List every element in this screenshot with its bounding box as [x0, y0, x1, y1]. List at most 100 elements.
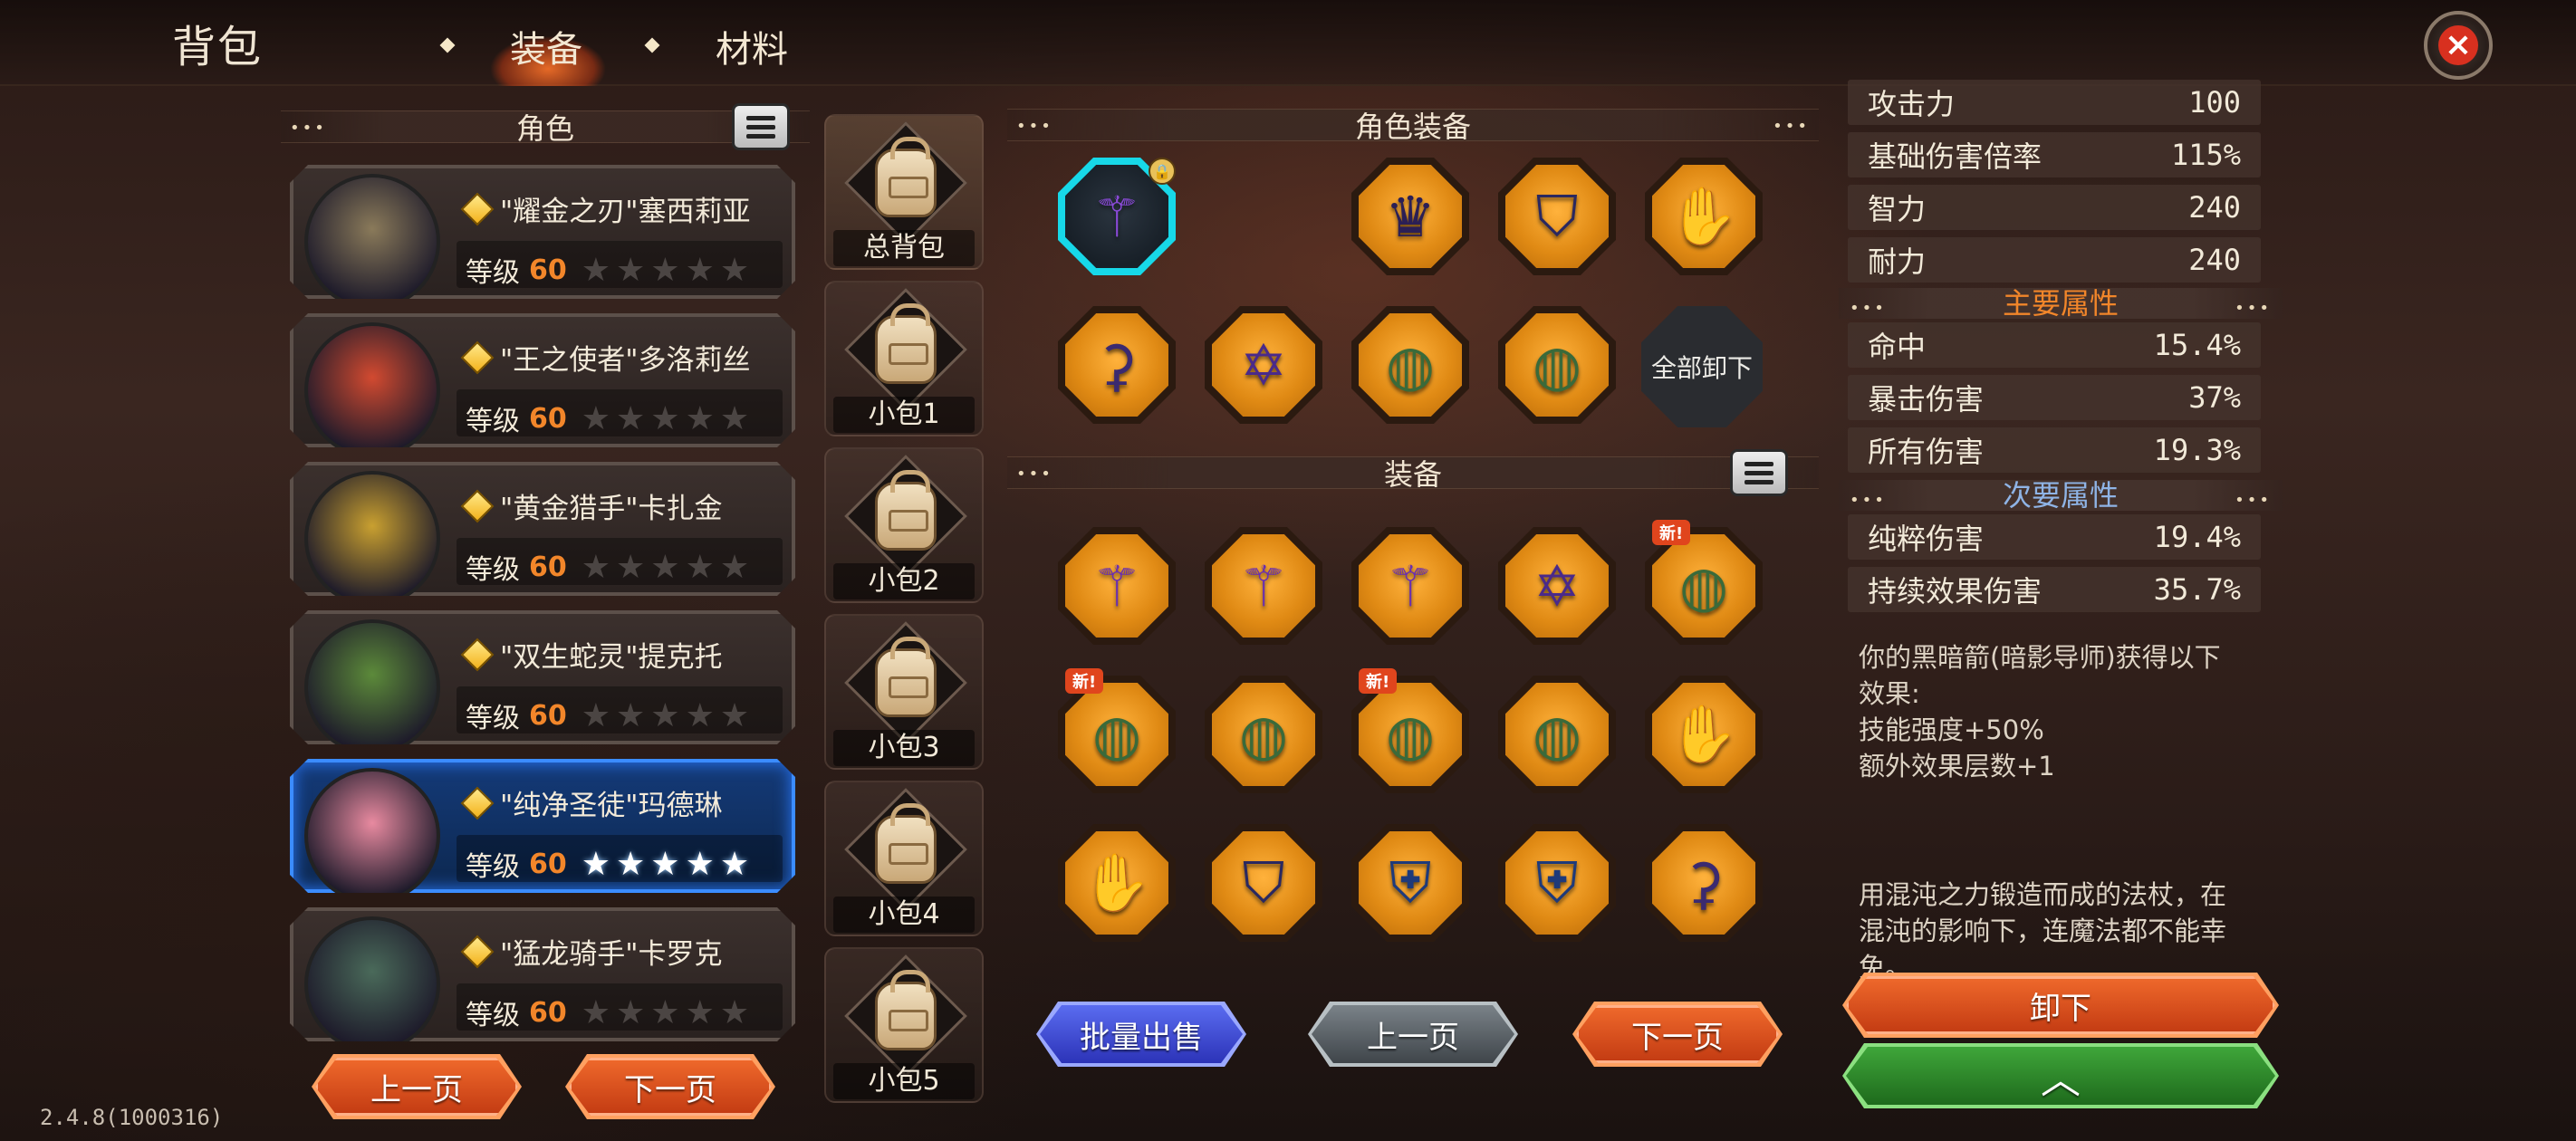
stat-row: 纯粹伤害 19.4%: [1848, 514, 2261, 560]
boots-icon: ⚳: [1683, 849, 1725, 916]
bag-slot[interactable]: 总背包: [824, 114, 984, 270]
stat-value: 240: [2188, 190, 2241, 225]
item-slot[interactable]: ⛉: [1205, 824, 1322, 942]
tab-equipment[interactable]: 装备: [510, 20, 582, 72]
backpack-icon: [875, 970, 937, 1050]
stat-label: 所有伤害: [1868, 435, 1985, 469]
sort-list-icon[interactable]: [1730, 449, 1788, 496]
stat-row: 命中 15.4%: [1848, 322, 2261, 368]
character-name: "双生蛇灵"提克托: [500, 641, 723, 674]
item-slot[interactable]: ⚚: [1205, 527, 1322, 645]
item-slot[interactable]: ⛨: [1351, 824, 1469, 942]
armor-icon: ⛨: [1535, 849, 1579, 916]
item-slot[interactable]: ◍: [1498, 306, 1616, 424]
character-name: "王之使者"多洛莉丝: [500, 344, 751, 377]
unequip-button[interactable]: 卸下: [1846, 976, 2275, 1034]
stat-row: 暴击伤害 37%: [1848, 375, 2261, 420]
item-slot[interactable]: ✋: [1645, 158, 1763, 275]
bag-slot[interactable]: 小包4: [824, 781, 984, 936]
character-equipment-title: 角色装备: [1354, 110, 1471, 144]
character-card[interactable]: "纯净圣徒"玛德琳 等级 60 ★★★★★: [290, 759, 795, 893]
lock-icon: 🔒: [1149, 158, 1176, 185]
sort-list-icon[interactable]: [732, 103, 790, 150]
bag-slot[interactable]: 小包1: [824, 281, 984, 436]
item-slot[interactable]: ◍ 新!: [1058, 668, 1176, 793]
unequip-all-button[interactable]: 全部卸下: [1641, 306, 1763, 427]
character-card[interactable]: "猛龙骑手"卡罗克 等级 60 ★★★★★: [290, 907, 795, 1041]
bag-slot[interactable]: 小包3: [824, 614, 984, 770]
level-value: 60: [529, 254, 567, 286]
collapse-button[interactable]: ︿: [1846, 1047, 2275, 1105]
character-portrait: [304, 619, 440, 755]
item-slot[interactable]: ✡: [1498, 527, 1616, 645]
item-slot[interactable]: ⚚ 🔒: [1058, 158, 1176, 275]
item-slot[interactable]: ⚚: [1058, 527, 1176, 645]
item-slot[interactable]: ♛: [1351, 158, 1469, 275]
level-label: 等级: [466, 554, 520, 586]
character-name: "纯净圣徒"玛德琳: [500, 790, 723, 822]
inventory-next-page-button[interactable]: 下一页: [1576, 1005, 1779, 1063]
close-button[interactable]: ×: [2424, 11, 2493, 80]
character-name: "黄金猎手"卡扎金: [500, 493, 723, 525]
characters-next-page-button[interactable]: 下一页: [569, 1058, 772, 1116]
character-portrait: [304, 174, 440, 310]
star-rating: ★★★★★: [581, 993, 755, 1031]
backpack-icon: [875, 137, 937, 217]
backpack-icon: [875, 470, 937, 551]
character-card[interactable]: "双生蛇灵"提克托 等级 60 ★★★★★: [290, 610, 795, 744]
item-slot[interactable]: ⚳: [1058, 306, 1176, 424]
bag-label: 总背包: [863, 232, 945, 264]
star-rating: ★★★★★: [581, 399, 755, 437]
character-portrait: [304, 768, 440, 904]
item-slot[interactable]: ⛉: [1498, 158, 1616, 275]
level-label: 等级: [466, 406, 520, 437]
stat-row: 智力 240: [1848, 185, 2261, 230]
stat-value: 115%: [2170, 138, 2241, 172]
bag-slot[interactable]: 小包2: [824, 447, 984, 603]
gloves-icon: ✋: [1668, 701, 1739, 767]
character-portrait: [304, 322, 440, 458]
stat-label: 攻击力: [1868, 87, 1956, 121]
item-slot[interactable]: ✋: [1058, 824, 1176, 942]
stat-label: 暴击伤害: [1868, 382, 1985, 417]
item-slot[interactable]: ◍: [1351, 306, 1469, 424]
item-slot[interactable]: ◍ 新!: [1351, 668, 1469, 793]
character-portrait: [304, 916, 440, 1052]
character-card[interactable]: "耀金之刃"塞西莉亚 等级 60 ★★★★★: [290, 165, 795, 299]
item-slot[interactable]: ◍: [1498, 676, 1616, 793]
item-slot[interactable]: ◍ 新!: [1645, 520, 1763, 645]
bag-label: 小包5: [868, 1065, 940, 1097]
backpack-icon: [875, 803, 937, 884]
item-slot[interactable]: ⚳: [1645, 824, 1763, 942]
character-name: "猛龙骑手"卡罗克: [500, 938, 723, 971]
primary-attributes-header: ••• 主要属性 •••: [1839, 288, 2283, 319]
character-card[interactable]: "黄金猎手"卡扎金 等级 60 ★★★★★: [290, 462, 795, 596]
staff-icon: ⚚: [1385, 552, 1436, 619]
star-amulet-icon: ✡: [1533, 552, 1581, 619]
level-value: 60: [529, 848, 567, 880]
gem-icon: [461, 935, 495, 968]
bulk-sell-button[interactable]: 批量出售: [1040, 1005, 1243, 1063]
item-slot[interactable]: ◍: [1205, 676, 1322, 793]
bag-slot[interactable]: 小包5: [824, 947, 984, 1103]
ring-icon: ◍: [1532, 701, 1582, 768]
characters-prev-page-button[interactable]: 上一页: [315, 1058, 518, 1116]
item-slot[interactable]: ⚚: [1351, 527, 1469, 645]
robe-icon: ⛉: [1242, 849, 1285, 916]
stat-value: 35.7%: [2153, 572, 2241, 607]
stat-value: 37%: [2188, 380, 2241, 415]
gloves-icon: ✋: [1081, 849, 1152, 916]
bag-label: 小包4: [868, 898, 940, 930]
bag-label: 小包1: [868, 398, 940, 430]
character-card[interactable]: "王之使者"多洛莉丝 等级 60 ★★★★★: [290, 313, 795, 447]
page-title: 背包: [172, 22, 264, 72]
character-portrait: [304, 471, 440, 607]
new-badge: 新!: [1065, 668, 1104, 694]
tab-materials[interactable]: 材料: [716, 20, 788, 72]
gem-icon: [461, 638, 495, 671]
item-slot[interactable]: ✡: [1205, 306, 1322, 424]
inventory-prev-page-button[interactable]: 上一页: [1312, 1005, 1514, 1063]
item-slot[interactable]: ⛨: [1498, 824, 1616, 942]
staff-icon: ⚚: [1238, 552, 1289, 619]
item-slot[interactable]: ✋: [1645, 676, 1763, 793]
